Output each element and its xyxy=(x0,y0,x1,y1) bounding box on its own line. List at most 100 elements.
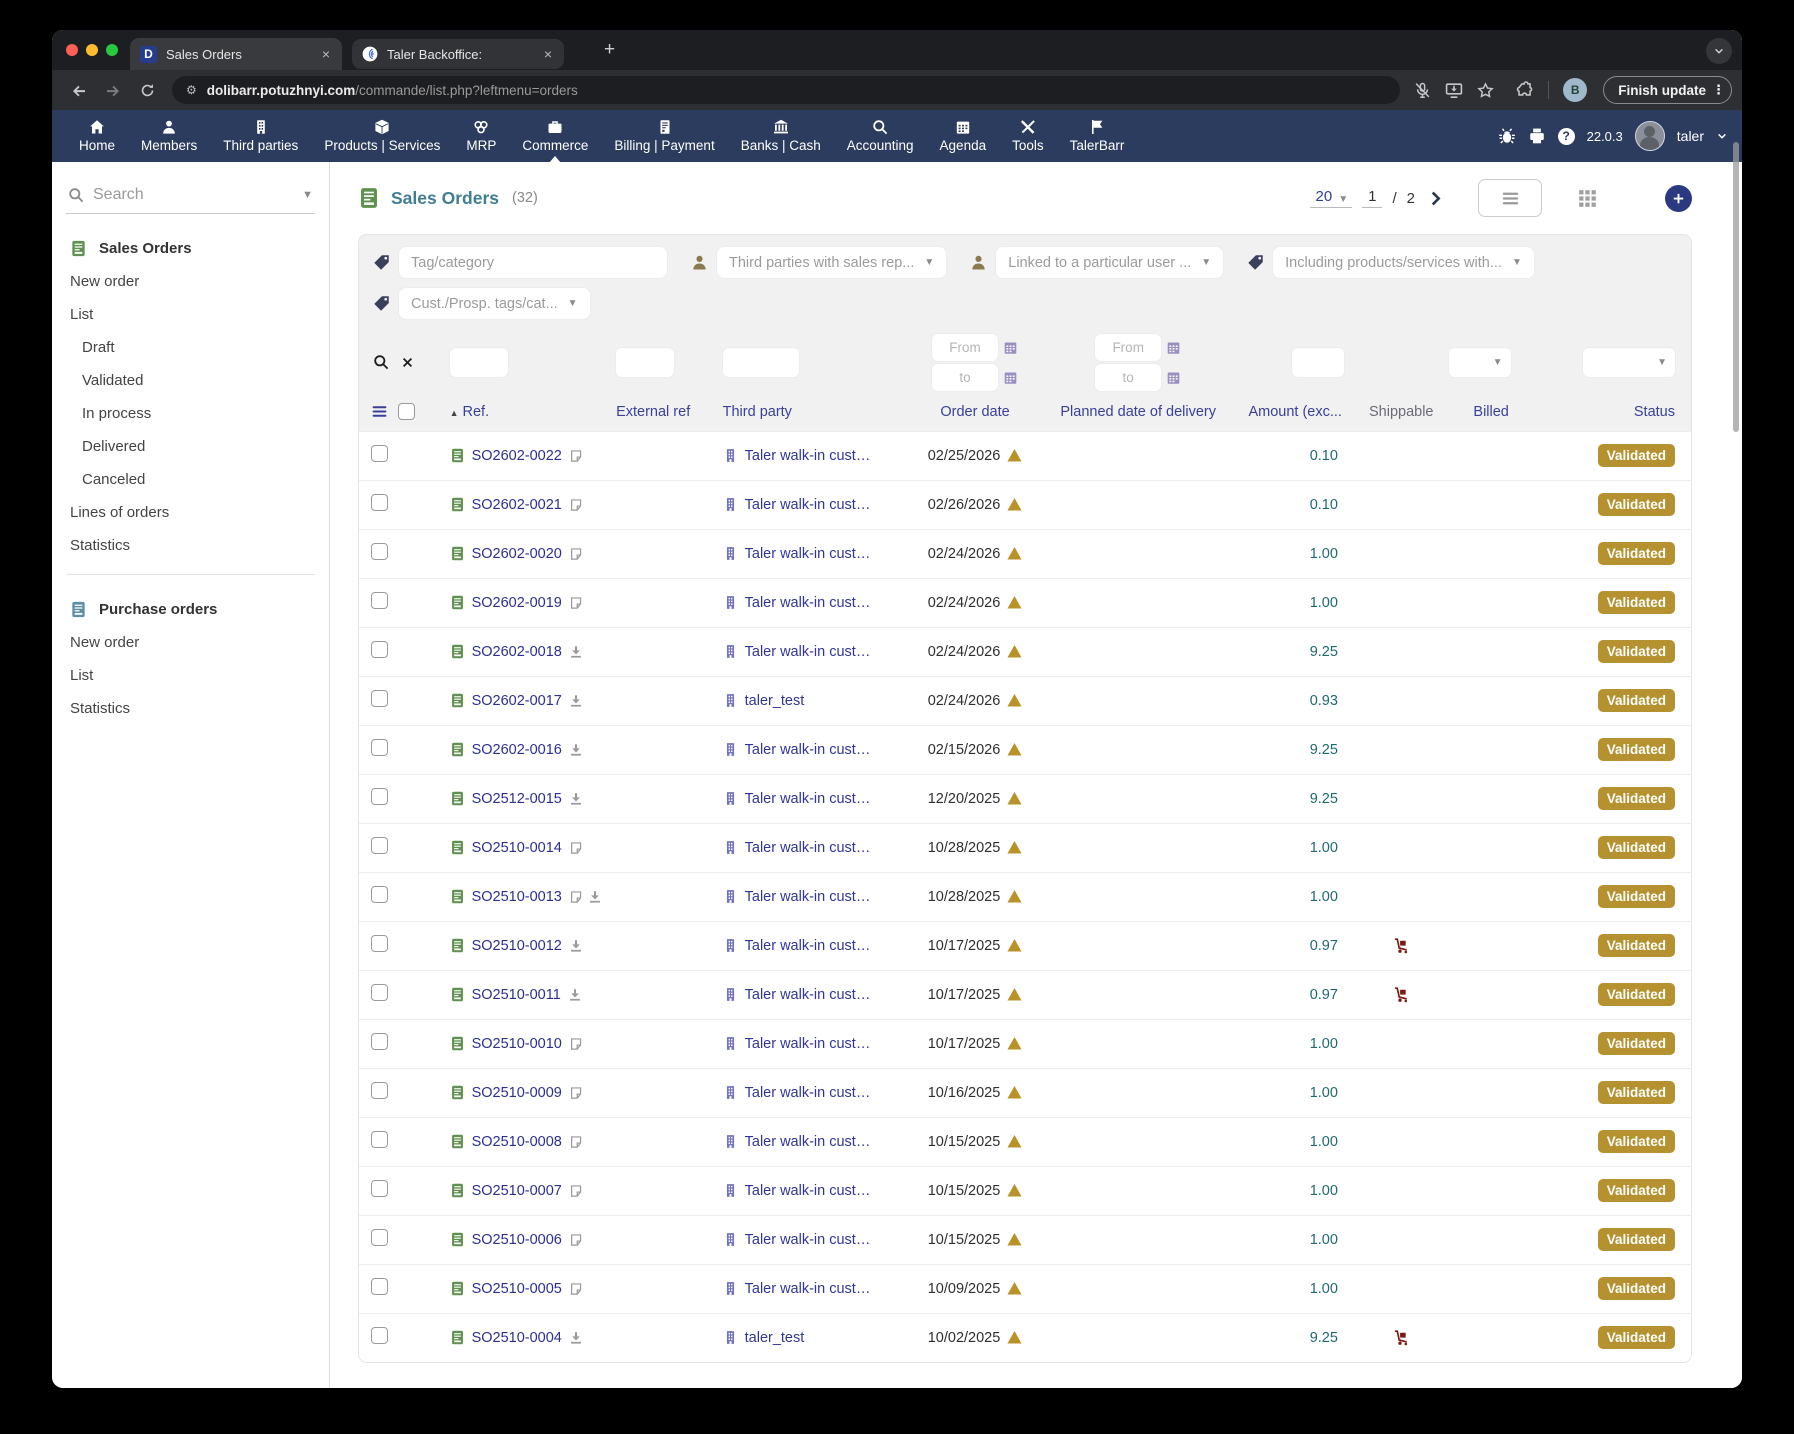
third-party-link[interactable]: Taler walk-in cust… xyxy=(745,840,871,856)
order-ref-link[interactable]: SO2510-0006 xyxy=(472,1232,562,1248)
note-icon[interactable] xyxy=(569,1184,583,1198)
row-checkbox[interactable] xyxy=(371,1033,388,1050)
forward-button[interactable] xyxy=(96,80,130,100)
new-order-button[interactable] xyxy=(1665,185,1692,212)
amount-link[interactable]: 9.25 xyxy=(1235,1330,1354,1346)
sidebar-search[interactable]: ▼ xyxy=(66,182,315,214)
third-party-filter-input[interactable] xyxy=(723,348,799,377)
note-icon[interactable] xyxy=(569,547,583,561)
row-checkbox[interactable] xyxy=(371,690,388,707)
row-checkbox[interactable] xyxy=(371,886,388,903)
amount-link[interactable]: 0.10 xyxy=(1235,497,1354,513)
note-icon[interactable] xyxy=(569,1037,583,1051)
site-settings-icon[interactable]: ⚙ xyxy=(186,83,197,97)
sidebar-item-validated[interactable]: Validated xyxy=(66,372,315,389)
calendar-icon[interactable] xyxy=(1166,340,1181,355)
current-page-input[interactable]: 1 xyxy=(1362,188,1382,208)
order-ref-link[interactable]: SO2510-0012 xyxy=(472,938,562,954)
search-dropdown-chevron-icon[interactable]: ▼ xyxy=(302,189,313,201)
order-date-to-input[interactable]: to xyxy=(932,364,998,391)
sidebar-item-draft[interactable]: Draft xyxy=(66,339,315,356)
amount-link[interactable]: 9.25 xyxy=(1235,644,1354,660)
select-all-checkbox[interactable] xyxy=(398,403,415,420)
status-filter-select[interactable]: ▼ xyxy=(1583,348,1675,377)
search-input[interactable] xyxy=(93,186,263,204)
clear-filter-icon[interactable] xyxy=(401,356,414,369)
cust-prosp-tags-select[interactable]: Cust./Prosp. tags/cat... ▼ xyxy=(399,288,590,319)
order-ref-link[interactable]: SO2602-0020 xyxy=(472,546,562,562)
address-bar[interactable]: ⚙ dolibarr.potuzhnyi.com/commande/list.p… xyxy=(172,76,1400,104)
order-ref-link[interactable]: SO2602-0021 xyxy=(472,497,562,513)
apply-filter-search-icon[interactable] xyxy=(373,354,389,370)
third-party-link[interactable]: Taler walk-in cust… xyxy=(745,1281,871,1297)
help-icon[interactable]: ? xyxy=(1558,128,1575,145)
amount-filter-input[interactable] xyxy=(1292,348,1344,377)
row-checkbox[interactable] xyxy=(371,984,388,1001)
tag-category-input[interactable] xyxy=(399,247,667,278)
delivery-date-to-input[interactable]: to xyxy=(1095,364,1161,391)
tab-close-icon[interactable]: × xyxy=(542,46,554,62)
third-party-link[interactable]: Taler walk-in cust… xyxy=(745,595,871,611)
row-checkbox[interactable] xyxy=(371,494,388,511)
download-document-icon[interactable] xyxy=(569,1331,583,1345)
order-ref-link[interactable]: SO2512-0015 xyxy=(472,791,562,807)
order-ref-link[interactable]: SO2510-0004 xyxy=(472,1330,562,1346)
order-ref-link[interactable]: SO2602-0018 xyxy=(472,644,562,660)
amount-link[interactable]: 0.93 xyxy=(1235,693,1354,709)
col-order-date[interactable]: Order date xyxy=(905,393,1045,431)
nav-item-billing-payment[interactable]: Billing | Payment xyxy=(601,115,727,157)
tab-taler-backoffice[interactable]: Taler Backoffice: × xyxy=(352,39,564,69)
download-document-icon[interactable] xyxy=(569,939,583,953)
third-party-link[interactable]: Taler walk-in cust… xyxy=(745,791,871,807)
nav-item-home[interactable]: Home xyxy=(66,115,128,157)
amount-link[interactable]: 1.00 xyxy=(1235,889,1354,905)
sidebar-item-lines-of-orders[interactable]: Lines of orders xyxy=(66,504,315,521)
row-checkbox[interactable] xyxy=(371,1327,388,1344)
amount-link[interactable]: 1.00 xyxy=(1235,1232,1354,1248)
order-ref-link[interactable]: SO2602-0022 xyxy=(472,448,562,464)
grid-view-button[interactable] xyxy=(1578,189,1597,208)
order-ref-link[interactable]: SO2510-0011 xyxy=(472,987,561,1003)
debug-bug-icon[interactable] xyxy=(1498,127,1516,145)
nav-item-tools[interactable]: Tools xyxy=(999,115,1057,157)
col-billed[interactable]: Billed xyxy=(1445,393,1538,431)
third-party-link[interactable]: Taler walk-in cust… xyxy=(745,1183,871,1199)
user-menu-chevron-down-icon[interactable] xyxy=(1716,130,1728,142)
third-party-sales-rep-select[interactable]: Third parties with sales rep... ▼ xyxy=(717,247,946,278)
order-date-from-input[interactable]: From xyxy=(932,334,998,361)
amount-link[interactable]: 0.97 xyxy=(1235,938,1354,954)
calendar-icon[interactable] xyxy=(1003,340,1018,355)
nav-item-members[interactable]: Members xyxy=(128,115,210,157)
nav-item-commerce[interactable]: Commerce xyxy=(509,115,601,157)
order-ref-link[interactable]: SO2510-0007 xyxy=(472,1183,562,1199)
sidebar-item-list[interactable]: List xyxy=(66,667,315,684)
order-ref-link[interactable]: SO2602-0017 xyxy=(472,693,562,709)
amount-link[interactable]: 1.00 xyxy=(1235,1183,1354,1199)
sidebar-item-statistics[interactable]: Statistics xyxy=(66,700,315,717)
nav-item-third-parties[interactable]: Third parties xyxy=(210,115,311,157)
sidebar-item-in-process[interactable]: In process xyxy=(66,405,315,422)
col-third-party[interactable]: Third party xyxy=(719,393,905,431)
col-external-ref[interactable]: External ref xyxy=(612,393,719,431)
order-ref-link[interactable]: SO2510-0009 xyxy=(472,1085,562,1101)
sidebar-section-title[interactable]: Sales Orders xyxy=(66,240,315,257)
calendar-icon[interactable] xyxy=(1166,370,1181,385)
amount-link[interactable]: 1.00 xyxy=(1235,1085,1354,1101)
third-party-link[interactable]: Taler walk-in cust… xyxy=(745,889,871,905)
third-party-link[interactable]: Taler walk-in cust… xyxy=(745,448,871,464)
nav-item-talerbarr[interactable]: TalerBarr xyxy=(1057,115,1138,157)
third-party-link[interactable]: Taler walk-in cust… xyxy=(745,987,871,1003)
finish-update-button[interactable]: Finish update ⋮ xyxy=(1603,76,1732,104)
row-checkbox[interactable] xyxy=(371,1131,388,1148)
amount-link[interactable]: 1.00 xyxy=(1235,1036,1354,1052)
download-document-icon[interactable] xyxy=(588,890,602,904)
nav-item-accounting[interactable]: Accounting xyxy=(834,115,927,157)
note-icon[interactable] xyxy=(569,449,583,463)
note-icon[interactable] xyxy=(569,890,583,904)
browser-menu-kebab-icon[interactable]: ⋮ xyxy=(1712,82,1725,98)
sidebar-item-statistics[interactable]: Statistics xyxy=(66,537,315,554)
order-ref-link[interactable]: SO2510-0010 xyxy=(472,1036,562,1052)
row-checkbox[interactable] xyxy=(371,1082,388,1099)
row-checkbox[interactable] xyxy=(371,935,388,952)
select-fields-icon[interactable] xyxy=(371,403,388,420)
